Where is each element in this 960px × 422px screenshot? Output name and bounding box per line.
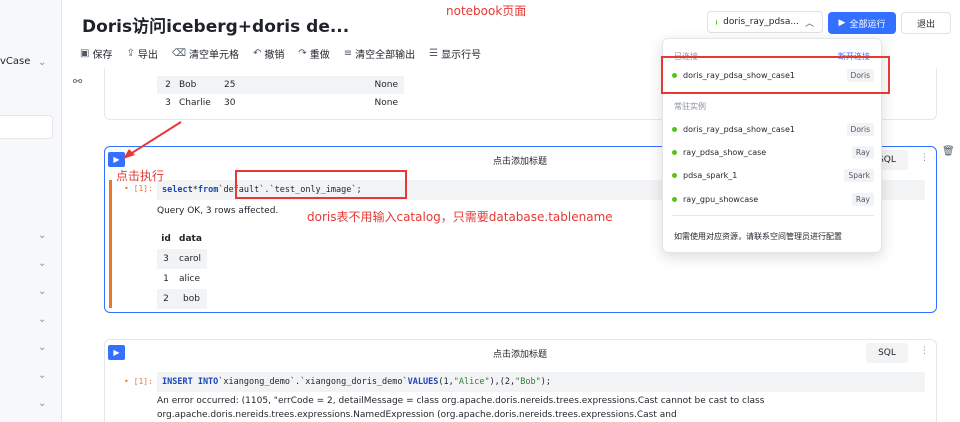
chevron-down-icon[interactable]: ⌄ <box>38 57 46 68</box>
table-header-row: id data <box>161 234 202 244</box>
table-row: 3 Charlie 30 None <box>165 98 398 108</box>
play-icon: ▶ <box>838 18 846 28</box>
run-all-button[interactable]: ▶ 全部运行 <box>828 12 896 34</box>
annotation-arrow <box>123 121 182 159</box>
more-icon[interactable]: ⋮ <box>920 153 929 163</box>
status-dot <box>672 172 677 178</box>
chevron-down-icon[interactable]: ⌄ <box>38 314 46 325</box>
annotation-click-execute: 点击执行 <box>116 169 165 183</box>
cell-language-select[interactable]: SQL <box>866 343 908 363</box>
play-icon: ▶ <box>113 348 120 357</box>
chevron-down-icon[interactable]: ⌄ <box>38 370 46 381</box>
engine-tag: Ray <box>851 192 874 206</box>
redo-icon: ↷ <box>298 48 307 59</box>
status-dot <box>672 126 677 132</box>
engine-select[interactable]: doris_ray_pdsa... ︿ <box>707 11 823 33</box>
popover-footer-note: 如需使用对应资源，请联系空间管理员进行配置 <box>674 232 842 241</box>
chevron-down-icon[interactable]: ⌄ <box>38 342 46 353</box>
table-row: 1 alice <box>163 274 201 284</box>
delete-cell-icon[interactable]: 🗑 <box>942 146 955 157</box>
cell-title[interactable]: 点击添加标题 <box>420 154 620 167</box>
status-dot <box>716 19 718 25</box>
query-status: Query OK, 3 rows affected. <box>157 206 279 216</box>
instance-item[interactable]: doris_ray_pdsa_show_case1 Doris <box>672 120 874 138</box>
notebook-toolbar: ▣ 保存 ⇪ 导出 ⌫ 清空单元格 ↶ 撤销 ↷ 重做 ≡ 清空全部输出 ☰ 显示行号 <box>80 46 481 61</box>
save-icon: ▣ <box>80 48 90 59</box>
more-icon[interactable]: ⋮ <box>920 346 929 356</box>
share-icon[interactable]: ⚯ <box>73 75 82 88</box>
cell-title[interactable]: 点击添加标题 <box>420 347 620 360</box>
chevron-down-icon[interactable]: ⌄ <box>38 286 46 297</box>
table-row: 2 bob <box>157 289 207 309</box>
instance-item[interactable]: ray_pdsa_show_case Ray <box>672 143 874 161</box>
notebook-screen: vCase ⌄ ⌄ ⌄ ⌄ ⌄ ⌄ ⌄ ⌄ Doris访问iceberg+dor… <box>0 0 960 422</box>
annotation-catalog-note: doris表不用输入catalog，只需要database.tablename <box>307 210 613 224</box>
engine-select-value: doris_ray_pdsa... <box>723 17 799 27</box>
error-output-line: An error occurred: (1105, "errCode = 2, … <box>157 396 765 406</box>
engine-tag: Ray <box>851 145 874 159</box>
instance-item[interactable]: ray_gpu_showcase Ray <box>672 190 874 208</box>
annotation-highlight-box <box>235 170 407 199</box>
cell-prompt: • [1]: <box>124 184 153 193</box>
line-numbers-icon: ☰ <box>429 48 439 59</box>
save-button[interactable]: ▣ 保存 <box>80 46 112 61</box>
left-panel: vCase ⌄ ⌄ ⌄ ⌄ ⌄ ⌄ ⌄ ⌄ <box>0 0 62 422</box>
chevron-down-icon[interactable]: ⌄ <box>38 230 46 241</box>
result-table: id data 3 carol 1 alice 2 bob <box>157 229 207 309</box>
export-button[interactable]: ⇪ 导出 <box>126 46 157 61</box>
status-dot <box>672 196 677 202</box>
error-output-line: org.apache.doris.nereids.trees.expressio… <box>157 410 677 420</box>
trash-icon: ⌫ <box>171 48 186 59</box>
cell-prompt: • [1]: <box>124 377 153 386</box>
undo-icon: ↶ <box>252 48 262 59</box>
clear-outputs-button[interactable]: ≡ 清空全部输出 <box>344 46 415 61</box>
case-label[interactable]: vCase <box>0 56 30 67</box>
engine-dropdown-popover: 已连接 断开连接 doris_ray_pdsa_show_case1 Doris… <box>661 38 890 253</box>
engine-tag: Doris <box>846 122 874 136</box>
divider <box>672 215 874 216</box>
notebook-main: Doris访问iceberg+doris de... notebook页面 ▣ 保… <box>62 0 960 422</box>
resident-section-label: 常驻实例 <box>674 102 706 111</box>
undo-button[interactable]: ↶ 撤销 <box>253 46 284 61</box>
annotation-notebook-page: notebook页面 <box>446 4 527 18</box>
engine-tag: Spark <box>844 168 874 182</box>
annotation-highlight-box <box>661 56 890 94</box>
chevron-up-icon: ︿ <box>804 18 814 29</box>
code-editor[interactable]: INSERT INTO `xiangong_demo`.`xiangong_do… <box>157 372 925 392</box>
redo-button[interactable]: ↷ 重做 <box>298 46 329 61</box>
cell-indicator-bar <box>109 180 112 308</box>
exit-button[interactable]: 退出 <box>901 12 951 34</box>
instance-item[interactable]: pdsa_spark_1 Spark <box>672 166 874 184</box>
left-panel-input[interactable] <box>0 115 53 139</box>
status-dot <box>672 149 677 155</box>
table-row: 3 carol <box>157 249 207 269</box>
chevron-down-icon[interactable]: ⌄ <box>38 398 46 409</box>
export-icon: ⇪ <box>126 48 135 59</box>
notebook-title: Doris访问iceberg+doris de... <box>82 17 350 37</box>
show-line-numbers-button[interactable]: ☰ 显示行号 <box>429 46 481 61</box>
output-table: 2 Bob 25 None 3 Charlie 30 None <box>157 76 404 112</box>
clear-cells-button[interactable]: ⌫ 清空单元格 <box>172 46 239 61</box>
chevron-down-icon[interactable]: ⌄ <box>38 258 46 269</box>
table-row: 2 Bob 25 None <box>157 76 404 94</box>
clear-outputs-icon: ≡ <box>343 48 353 59</box>
run-cell-button[interactable]: ▶ <box>108 345 125 360</box>
